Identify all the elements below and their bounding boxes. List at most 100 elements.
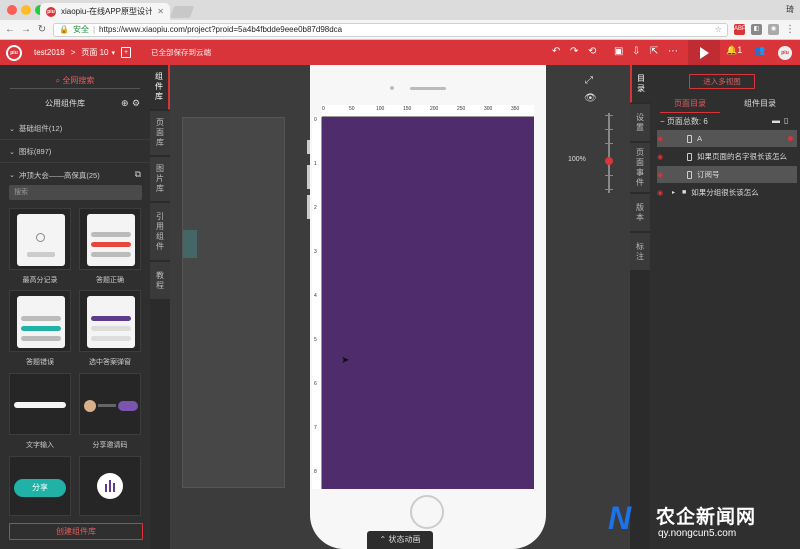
app-logo[interactable]: piu — [6, 44, 22, 61]
zoom-slider-handle[interactable] — [605, 157, 613, 165]
zoom-slider[interactable] — [608, 113, 610, 193]
vertical-ruler: 0 1 2 3 4 5 6 7 8 — [312, 117, 322, 489]
share-icon[interactable]: ⋯ — [668, 46, 678, 57]
project-name[interactable]: test2018 — [34, 48, 65, 57]
browser-user-label[interactable]: 琦 — [786, 4, 794, 15]
phone-screen[interactable] — [322, 117, 534, 489]
create-library-button[interactable]: 创建组件库 — [9, 523, 143, 540]
component-card[interactable]: 分享 — [9, 456, 71, 516]
eye-icon[interactable]: ◉ — [657, 153, 667, 161]
team-members-icon[interactable]: 👥 — [754, 45, 765, 56]
url-text: https://www.xiaopiu.com/project?proid=5a… — [99, 25, 343, 34]
add-library-icon[interactable]: ⊕ — [121, 98, 129, 109]
component-card[interactable] — [9, 208, 71, 270]
design-canvas[interactable]: 0 50 100 150 200 250 300 350 0 1 2 3 4 5 6 7 8 ➤ ⤢ 👁 10… — [170, 65, 630, 549]
undo-icon[interactable]: ↶ — [552, 46, 560, 57]
multi-view-button[interactable]: 进入多视图 — [689, 74, 755, 89]
page-selector[interactable]: 页面 10 — [81, 47, 108, 58]
redo-icon[interactable]: ↷ — [570, 46, 578, 57]
tab-close-icon[interactable]: ✕ — [157, 7, 164, 16]
add-folder-icon[interactable]: ▬ — [772, 116, 780, 125]
tab-favicon-icon: piu — [46, 6, 56, 17]
page-item[interactable]: ◉ 如果页面的名字很长该怎么 — [657, 148, 797, 165]
component-card[interactable] — [9, 290, 71, 352]
history-icon[interactable]: ⟲ — [588, 46, 596, 57]
eye-icon[interactable]: 👁 — [584, 93, 597, 104]
preview-play-button[interactable] — [688, 40, 720, 65]
download-icon[interactable]: ⇩ — [632, 46, 640, 57]
page-group-item[interactable]: ◉ ▸ ■ 如果分组很长该怎么 — [657, 184, 797, 201]
tab-versions[interactable]: 版本 — [630, 194, 650, 232]
add-page-icon[interactable]: + — [121, 47, 132, 58]
section-quiz-kit[interactable]: ⌄ 冲顶大会——高保真(25) — [0, 164, 150, 186]
background-panel — [182, 117, 285, 488]
global-search-link[interactable]: ⌕ 全网搜索 — [10, 73, 140, 89]
export-icon[interactable]: ⇱ — [650, 46, 658, 57]
tab-component-library[interactable]: 组件库 — [150, 65, 170, 110]
chevron-down-icon: ⌄ — [9, 148, 15, 156]
url-field[interactable]: 🔒 安全 | https://www.xiaopiu.com/project?p… — [53, 22, 728, 37]
browser-tab[interactable]: piu xiaopiu-在线APP原型设计 ✕ — [40, 3, 170, 20]
eye-icon[interactable]: ◉ — [657, 171, 667, 179]
extension-icon[interactable]: ◧ — [751, 24, 762, 35]
ruler-tick-label: 8 — [314, 469, 317, 475]
state-animation-tab[interactable]: ⌃ 状态动画 — [367, 531, 433, 549]
extension-abp-icon[interactable]: ABP — [734, 24, 746, 35]
ruler-tick-label: 100 — [376, 106, 385, 112]
browser-menu-icon[interactable]: ⋮ — [785, 24, 795, 35]
component-card[interactable] — [79, 456, 141, 516]
add-page-icon[interactable]: ▯ — [784, 116, 788, 125]
component-search-input[interactable]: 搜索 — [9, 185, 142, 200]
lock-icon: 🔒 — [59, 25, 69, 34]
component-card[interactable] — [79, 373, 141, 435]
notification-icon[interactable]: 🔔1 — [726, 45, 742, 56]
eye-icon[interactable]: ◉ — [657, 189, 667, 197]
component-thumbnail — [17, 214, 65, 266]
tab-referenced-components[interactable]: 引用组件 — [150, 203, 170, 261]
tab-image-library[interactable]: 图片库 — [150, 157, 170, 202]
bookmark-star-icon[interactable]: ☆ — [715, 25, 722, 34]
save-icon[interactable]: ▣ — [614, 46, 623, 57]
tab-component-directory[interactable]: 组件目录 — [730, 98, 790, 109]
reload-icon[interactable]: ↻ — [37, 24, 47, 35]
component-card[interactable] — [9, 373, 71, 435]
tab-page-library[interactable]: 页面库 — [150, 111, 170, 156]
page-item[interactable]: ◉ A — [657, 130, 797, 147]
chevron-down-icon: ⌄ — [9, 125, 15, 133]
avatar[interactable]: piu — [778, 46, 792, 60]
home-button — [410, 495, 444, 529]
external-link-icon[interactable]: ⧉ — [135, 169, 141, 180]
component-card[interactable] — [79, 290, 141, 352]
ruler-tick-label: 7 — [314, 425, 317, 431]
browser-tab-bar: piu xiaopiu-在线APP原型设计 ✕ 琦 — [0, 0, 800, 20]
secure-label: 安全 — [72, 25, 89, 34]
gear-icon[interactable]: ⚙ — [132, 98, 140, 109]
new-tab-button[interactable] — [169, 6, 195, 18]
ruler-tick-label: 3 — [314, 249, 317, 255]
ruler-tick-label: 2 — [314, 205, 317, 211]
avatar — [84, 400, 96, 412]
forward-icon[interactable]: → — [21, 24, 31, 35]
tab-page-directory[interactable]: 页面目录 — [660, 98, 720, 113]
tab-tutorial[interactable]: 教程 — [150, 262, 170, 300]
page-item[interactable]: ◉ 订阅号 — [657, 166, 797, 183]
extension-icon-2[interactable]: ◉ — [768, 24, 779, 35]
window-minimize-button[interactable] — [21, 5, 31, 15]
play-icon — [699, 46, 709, 59]
component-card[interactable] — [79, 208, 141, 270]
back-icon[interactable]: ← — [5, 24, 15, 35]
tab-page-events[interactable]: 页面事件 — [630, 143, 650, 193]
section-icons[interactable]: ⌄ 图标(897) — [0, 141, 150, 163]
window-close-button[interactable] — [7, 5, 17, 15]
component-label: 文字输入 — [26, 442, 54, 449]
chevron-down-icon[interactable]: ▾ — [112, 49, 116, 57]
tab-settings[interactable]: 设置 — [630, 104, 650, 142]
page-icon — [687, 152, 692, 161]
ruler-tick-label: 0 — [322, 106, 325, 112]
eye-icon[interactable]: ◉ — [657, 135, 667, 143]
tab-directory[interactable]: 目录 — [630, 65, 650, 103]
section-basic-components[interactable]: ⌄ 基础组件(12) — [0, 118, 150, 140]
fit-screen-icon[interactable]: ⤢ — [585, 75, 593, 86]
caret-right-icon[interactable]: ▸ — [672, 189, 677, 196]
tab-annotations[interactable]: 标注 — [630, 233, 650, 271]
